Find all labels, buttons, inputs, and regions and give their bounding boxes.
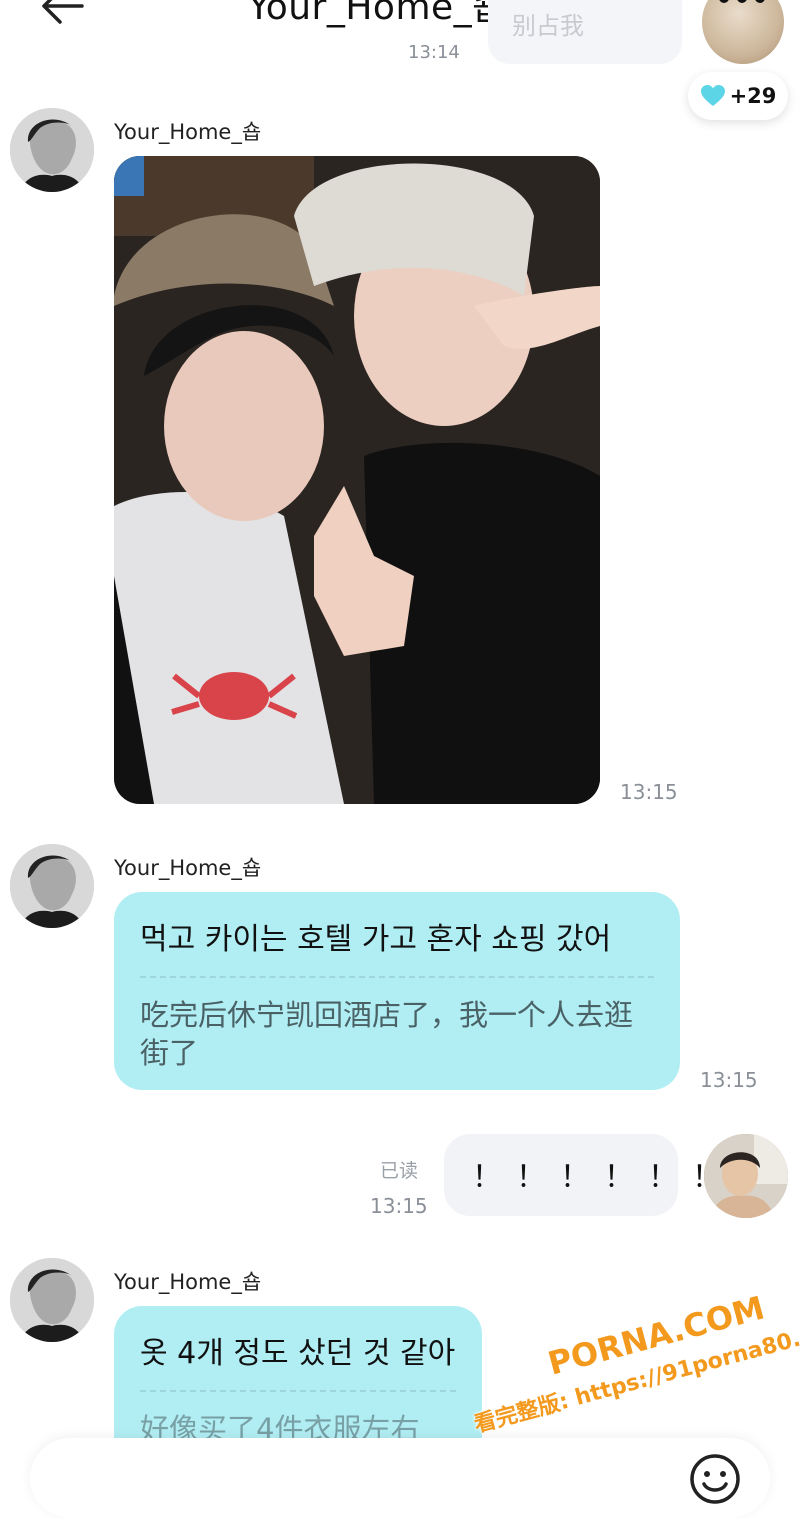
incoming-message-bubble[interactable]: 먹고 카이는 호텔 가고 혼자 쇼핑 갔어 吃完后休宁凯回酒店了，我一个人去逛街…: [114, 892, 680, 1090]
read-receipt: 已读: [380, 1160, 419, 1182]
sender-avatar[interactable]: [10, 1258, 94, 1342]
my-avatar[interactable]: [704, 1134, 788, 1218]
sender-name: Your_Home_숍: [114, 120, 262, 144]
previous-message-text: 别占我: [512, 12, 584, 40]
message-time: 13:15: [620, 780, 678, 804]
intimacy-badge[interactable]: +29: [688, 72, 788, 120]
shared-photo[interactable]: [114, 156, 600, 804]
heart-icon: [700, 85, 725, 106]
sender-name: Your_Home_숍: [114, 1270, 262, 1294]
message-text: 옷 4개 정도 샀던 것 같아: [140, 1336, 456, 1371]
chat-title: Your_Home_숍: [248, 0, 506, 28]
translation-text: 吃完后休宁凯回酒店了，我一个人去逛街了: [140, 998, 634, 1070]
smiley-icon[interactable]: [688, 1452, 742, 1506]
message-input[interactable]: [30, 1438, 770, 1518]
intimacy-count: +29: [729, 84, 777, 108]
more-icon[interactable]: [712, 0, 772, 10]
translation-divider: [140, 976, 654, 978]
back-arrow-icon[interactable]: [40, 0, 84, 26]
message-time: 13:14: [408, 42, 460, 63]
sender-name: Your_Home_숍: [114, 856, 262, 880]
translation-divider: [140, 1390, 456, 1392]
message-text: 먹고 카이는 호텔 가고 혼자 쇼핑 갔어: [140, 922, 612, 957]
message-time: 13:15: [700, 1068, 758, 1092]
outgoing-message-bubble[interactable]: ！！！！！！: [444, 1134, 722, 1216]
sender-avatar[interactable]: [10, 108, 94, 192]
message-time: 13:15: [370, 1194, 428, 1218]
message-text: ！！！！！！: [472, 1160, 736, 1195]
sender-avatar[interactable]: [10, 844, 94, 928]
